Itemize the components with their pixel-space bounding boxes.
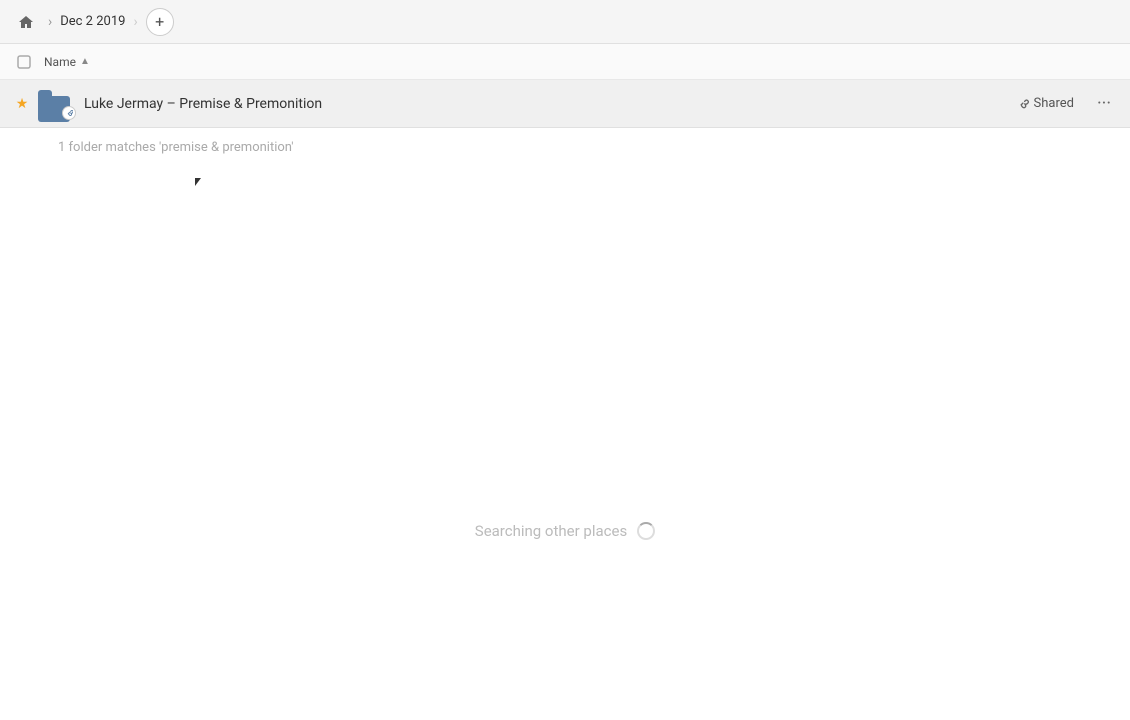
searching-text: Searching other places xyxy=(475,522,627,540)
match-info: 1 folder matches 'premise & premonition' xyxy=(0,128,1130,167)
folder-icon xyxy=(38,86,74,122)
main-content: ★ Luke Jermay – Premise & Premonition Sh… xyxy=(0,80,1130,720)
star-button[interactable]: ★ xyxy=(12,94,32,114)
name-column-header[interactable]: Name ▲ xyxy=(44,55,90,69)
home-icon xyxy=(18,14,34,30)
breadcrumb-arrow-1: › xyxy=(48,14,52,30)
shared-label: Shared xyxy=(1034,96,1074,111)
add-button[interactable]: + xyxy=(146,8,174,36)
share-link-icon xyxy=(1015,97,1029,111)
folder-shortcut-icon xyxy=(38,86,74,122)
mouse-cursor xyxy=(195,178,215,198)
more-icon: ··· xyxy=(1097,93,1111,114)
shared-badge: Shared xyxy=(1015,96,1074,111)
sort-arrow-icon: ▲ xyxy=(80,56,90,67)
more-options-button[interactable]: ··· xyxy=(1090,90,1118,118)
file-name-label: Luke Jermay – Premise & Premonition xyxy=(84,96,1015,112)
breadcrumb-date: Dec 2 2019 xyxy=(60,14,125,29)
checkbox-icon xyxy=(17,55,31,69)
link-badge-icon xyxy=(62,106,76,120)
match-info-text: 1 folder matches 'premise & premonition' xyxy=(58,140,294,155)
toolbar: › Dec 2 2019 › + xyxy=(0,0,1130,44)
star-icon: ★ xyxy=(16,96,29,112)
home-button[interactable] xyxy=(12,8,40,36)
column-header-row: Name ▲ xyxy=(0,44,1130,80)
loading-spinner xyxy=(637,522,655,540)
searching-container: Searching other places xyxy=(0,522,1130,540)
breadcrumb-arrow-2: › xyxy=(133,14,137,30)
select-all-checkbox[interactable] xyxy=(12,50,36,74)
file-row[interactable]: ★ Luke Jermay – Premise & Premonition Sh… xyxy=(0,80,1130,128)
